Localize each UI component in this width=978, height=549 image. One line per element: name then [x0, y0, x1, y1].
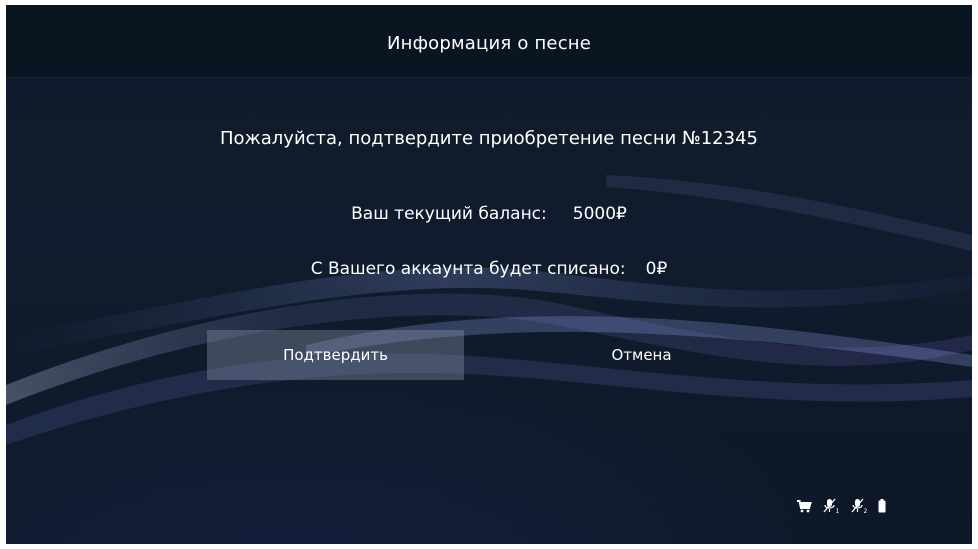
cart-icon	[796, 499, 812, 513]
page-title: Информация о песне	[386, 32, 592, 54]
mic-2-index: 2	[864, 508, 868, 514]
confirm-button-label: Подтвердить	[283, 346, 388, 364]
status-bar: 1 2	[796, 498, 886, 514]
mic-1-index: 1	[836, 508, 840, 514]
charge-label: С Вашего аккаунта будет списано:	[310, 259, 626, 279]
balance-label: Ваш текущий баланс:	[351, 204, 547, 224]
cancel-button-label: Отмена	[611, 346, 672, 364]
battery-icon	[878, 499, 886, 513]
balance-row: Ваш текущий баланс: 5000₽	[6, 204, 972, 224]
cancel-button[interactable]: Отмена	[513, 330, 770, 380]
charge-value: 0₽	[645, 259, 668, 279]
title-bar: Информация о песне	[6, 5, 972, 78]
confirm-button[interactable]: Подтвердить	[207, 330, 464, 380]
mic-2-muted-icon: 2	[850, 498, 868, 514]
balance-value: 5000₽	[572, 204, 627, 224]
purchase-confirmation-text: Пожалуйста, подтвердите приобретение пес…	[220, 128, 758, 149]
charge-row: С Вашего аккаунта будет списано: 0₽	[6, 259, 972, 279]
karaoke-screen: Информация о песне Пожалуйста, подтверди…	[6, 5, 972, 544]
mic-1-muted-icon: 1	[822, 498, 840, 514]
